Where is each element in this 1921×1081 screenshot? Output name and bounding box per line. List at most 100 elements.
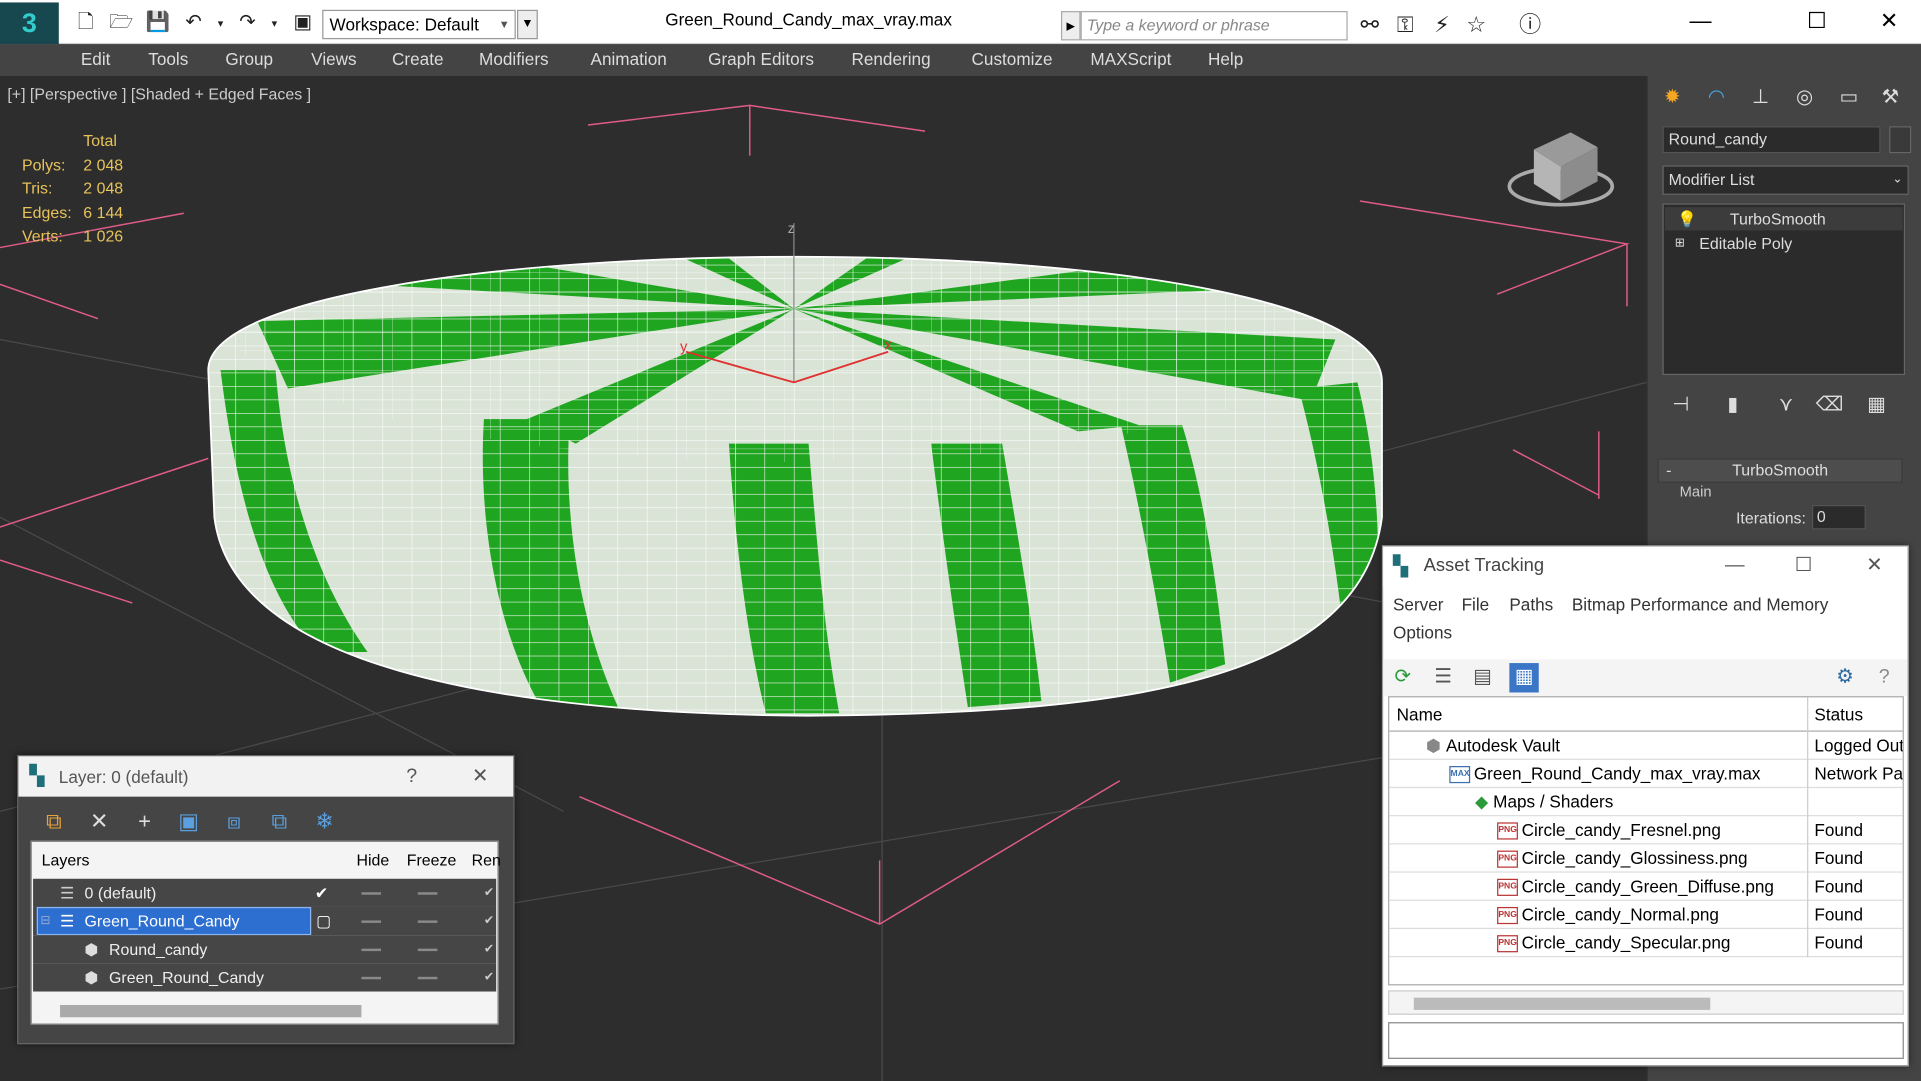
- menu-help[interactable]: Help: [1208, 49, 1243, 69]
- table-row[interactable]: PNG Circle_candy_Green_Diffuse.png Found: [1389, 872, 1903, 901]
- menu-group[interactable]: Group: [225, 49, 273, 69]
- search-expand-icon[interactable]: ▶: [1060, 11, 1081, 41]
- render-toggle-icon[interactable]: ✔: [484, 935, 494, 963]
- redo-dropdown-icon[interactable]: ▾: [262, 12, 287, 34]
- show-end-result-icon[interactable]: ▮: [1727, 392, 1738, 417]
- open-file-icon[interactable]: 🗁: [109, 12, 134, 34]
- display-tab-icon[interactable]: ▭: [1832, 81, 1866, 115]
- key-icon[interactable]: ⚿: [1389, 10, 1421, 39]
- render-toggle-icon[interactable]: ✔: [484, 907, 494, 935]
- maximize-icon[interactable]: ☐: [1785, 552, 1822, 581]
- help-icon[interactable]: ?: [1870, 663, 1899, 692]
- column-status[interactable]: Status: [1807, 697, 1903, 732]
- turbosmooth-rollout-header[interactable]: - TurboSmooth: [1657, 458, 1903, 483]
- menu-bitmap-performance[interactable]: Bitmap Performance and Memory: [1572, 594, 1828, 614]
- object-name-field[interactable]: Round_candy: [1662, 126, 1881, 154]
- column-layers[interactable]: Layers: [42, 842, 90, 879]
- table-row[interactable]: ◆ Maps / Shaders: [1389, 788, 1903, 817]
- menu-options[interactable]: Options: [1393, 623, 1452, 643]
- help-icon[interactable]: ⓘ: [1514, 10, 1546, 39]
- menu-rendering[interactable]: Rendering: [851, 49, 930, 69]
- menu-server[interactable]: Server: [1393, 594, 1444, 614]
- add-icon[interactable]: +: [129, 806, 161, 835]
- highlight-layer-icon[interactable]: ⧈: [218, 806, 250, 835]
- maximize-icon[interactable]: ☐: [1792, 4, 1841, 38]
- horizontal-scrollbar[interactable]: [1388, 990, 1904, 1015]
- menu-modifiers[interactable]: Modifiers: [479, 49, 549, 69]
- menu-animation[interactable]: Animation: [591, 49, 667, 69]
- save-icon[interactable]: 💾: [146, 12, 171, 34]
- menu-edit[interactable]: Edit: [81, 49, 111, 69]
- menu-file[interactable]: File: [1462, 594, 1490, 614]
- create-tab-icon[interactable]: ✹: [1655, 81, 1689, 115]
- project-folder-icon[interactable]: ▣: [290, 12, 315, 34]
- table-row[interactable]: ⬢ Autodesk Vault Logged Out: [1389, 731, 1903, 760]
- table-row[interactable]: PNG Circle_candy_Normal.png Found: [1389, 900, 1903, 930]
- modifier-list-dropdown[interactable]: Modifier List ⌄: [1662, 165, 1909, 195]
- horizontal-scrollbar[interactable]: [33, 998, 497, 1024]
- undo-icon[interactable]: ↶: [181, 12, 206, 34]
- stack-item-turbosmooth[interactable]: 💡 TurboSmooth: [1664, 207, 1903, 231]
- table-row[interactable]: PNG Circle_candy_Glossiness.png Found: [1389, 844, 1903, 873]
- help-server-icon[interactable]: ⚙: [1830, 663, 1859, 692]
- stack-item-editable-poly[interactable]: ⊞ Editable Poly: [1665, 232, 1903, 255]
- active-layer-check-icon[interactable]: ✔: [315, 879, 328, 907]
- candy-mesh[interactable]: [207, 156, 1384, 726]
- expand-plus-icon[interactable]: ⊞: [1675, 232, 1685, 255]
- remove-modifier-icon[interactable]: ⌫: [1816, 392, 1844, 417]
- table-row[interactable]: PNG Circle_candy_Specular.png Found: [1389, 929, 1903, 958]
- scrollbar-thumb[interactable]: [1413, 997, 1711, 1010]
- menu-maxscript[interactable]: MAXScript: [1090, 49, 1171, 69]
- pin-stack-icon[interactable]: ⊣: [1672, 392, 1689, 417]
- column-hide[interactable]: Hide: [357, 842, 390, 879]
- motion-tab-icon[interactable]: ◎: [1787, 81, 1821, 115]
- menu-graph-editors[interactable]: Graph Editors: [708, 49, 814, 69]
- thumbnail-view-icon[interactable]: ▤: [1468, 663, 1497, 692]
- viewport-label[interactable]: [+] [Perspective ] [Shaded + Edged Faces…: [7, 85, 311, 103]
- layer-row[interactable]: ⬢ Round_candy ✔: [33, 935, 497, 964]
- workspace-menu-icon[interactable]: ▼: [517, 9, 538, 40]
- delete-icon[interactable]: ✕: [83, 806, 115, 835]
- close-icon[interactable]: ✕: [1865, 4, 1914, 38]
- layer-row[interactable]: ⊟ ☰ Green_Round_Candy ▢ ✔: [33, 906, 497, 936]
- table-row[interactable]: MAX Green_Round_Candy_max_vray.max Networ…: [1389, 759, 1903, 789]
- lightbulb-icon[interactable]: 💡: [1677, 207, 1697, 230]
- column-render[interactable]: Ren: [472, 842, 501, 879]
- menu-views[interactable]: Views: [311, 49, 356, 69]
- layer-options-icon[interactable]: ⧉: [38, 806, 70, 835]
- freeze-all-icon[interactable]: ❄: [309, 806, 341, 835]
- minimize-icon[interactable]: —: [1676, 4, 1725, 38]
- collapse-icon[interactable]: ⊟: [40, 907, 50, 935]
- app-logo-icon[interactable]: 3: [0, 2, 59, 45]
- menu-create[interactable]: Create: [392, 49, 443, 69]
- list-view-icon[interactable]: ☰: [1429, 663, 1458, 692]
- sign-in-icon[interactable]: ⚡: [1426, 10, 1458, 39]
- help-icon[interactable]: ?: [393, 762, 430, 791]
- table-row[interactable]: PNG Circle_candy_Fresnel.png Found: [1389, 816, 1903, 845]
- utilities-tab-icon[interactable]: ⚒: [1873, 81, 1907, 115]
- layer-row[interactable]: ⬢ Green_Round_Candy ✔: [33, 963, 497, 992]
- object-color-swatch[interactable]: [1889, 126, 1912, 154]
- menu-paths[interactable]: Paths: [1509, 594, 1553, 614]
- configure-modifier-sets-icon[interactable]: ▦: [1867, 392, 1886, 417]
- set-current-layer-icon[interactable]: ▢: [316, 907, 331, 935]
- undo-dropdown-icon[interactable]: ▾: [208, 12, 233, 34]
- modify-tab-icon[interactable]: ◠: [1699, 81, 1733, 115]
- column-name[interactable]: Name: [1397, 697, 1443, 731]
- scrollbar-thumb[interactable]: [60, 1005, 362, 1018]
- close-icon[interactable]: ✕: [462, 762, 499, 791]
- layer-row[interactable]: ☰ 0 (default) ✔ ✔: [33, 878, 497, 907]
- workspace-selector[interactable]: Workspace: Default ▼: [322, 9, 516, 40]
- render-toggle-icon[interactable]: ✔: [484, 963, 494, 991]
- new-file-icon[interactable]: 🗋: [74, 12, 99, 34]
- layer-window-titlebar[interactable]: ▚ Layer: 0 (default) ? ✕: [18, 756, 514, 797]
- close-icon[interactable]: ✕: [1856, 552, 1893, 581]
- hierarchy-tab-icon[interactable]: ⊥: [1743, 81, 1777, 115]
- menu-tools[interactable]: Tools: [148, 49, 188, 69]
- column-freeze[interactable]: Freeze: [407, 842, 457, 879]
- hide-all-icon[interactable]: ⧉: [263, 806, 295, 835]
- asset-tracking-titlebar[interactable]: ▚ Asset Tracking — ☐ ✕: [1383, 546, 1908, 586]
- search-input[interactable]: Type a keyword or phrase: [1080, 11, 1348, 41]
- make-unique-icon[interactable]: ⋎: [1779, 392, 1793, 417]
- refresh-icon[interactable]: ⟳: [1388, 663, 1417, 692]
